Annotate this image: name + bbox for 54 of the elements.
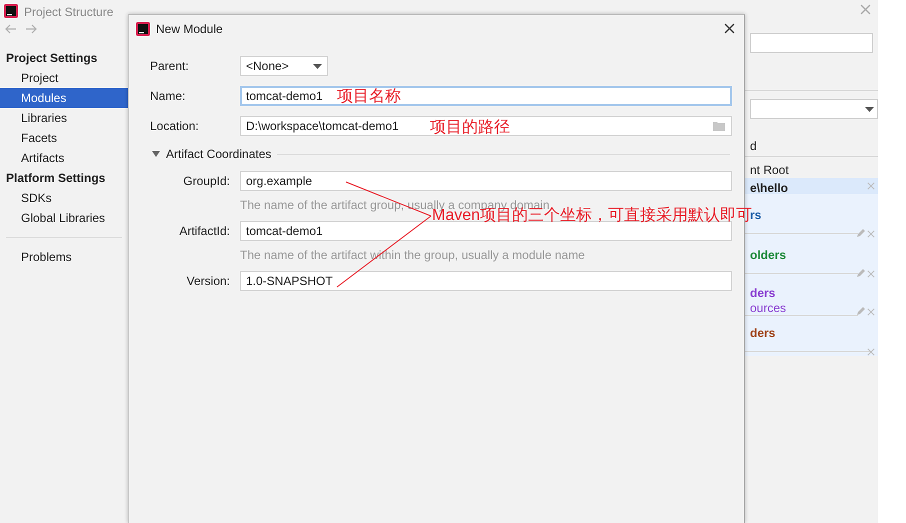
section-title: Artifact Coordinates — [166, 146, 272, 163]
parent-select[interactable]: <None> — [240, 56, 328, 76]
close-icon[interactable] — [724, 23, 735, 34]
sidebar-item[interactable]: Problems — [0, 247, 128, 267]
sidebar-heading: Platform Settings — [5, 170, 106, 187]
folder-group-title: olders — [750, 247, 786, 264]
text-field[interactable]: org.example — [240, 171, 732, 191]
remove-icon[interactable] — [867, 182, 875, 190]
app-icon — [4, 4, 18, 18]
content-root-path: e\hello — [750, 180, 788, 197]
sidebar-item[interactable]: Libraries — [0, 108, 128, 128]
annotation-text: 项目的路径 — [430, 119, 510, 137]
folder-group-title: ders — [750, 285, 776, 302]
field-value: D:\workspace\tomcat-demo1 — [246, 119, 399, 133]
folder-group-title: rs — [750, 208, 762, 222]
forward-arrow-icon[interactable] — [25, 24, 37, 34]
folder-icon[interactable] — [713, 121, 725, 131]
expanded-triangle-icon[interactable] — [152, 151, 160, 157]
sidebar-heading: Project Settings — [5, 50, 98, 67]
sidebar-item[interactable]: SDKs — [0, 188, 128, 208]
sidebar-item[interactable]: Modules — [0, 88, 128, 108]
back-arrow-icon[interactable] — [5, 24, 17, 34]
pencil-icon[interactable] — [856, 268, 866, 278]
caret-icon — [865, 107, 874, 112]
caret-icon — [313, 64, 322, 68]
pencil-icon[interactable] — [856, 228, 866, 238]
sidebar-item[interactable]: Artifacts — [0, 148, 128, 168]
sidebar-item[interactable]: Global Libraries — [0, 208, 128, 228]
folder-entry: ources — [750, 300, 786, 317]
sidebar-item[interactable]: Facets — [0, 128, 128, 148]
remove-icon[interactable] — [867, 348, 875, 356]
remove-icon[interactable] — [867, 270, 875, 278]
panel-header: d — [750, 138, 757, 155]
field-label: Parent: — [150, 58, 190, 75]
field-label: Version: — [186, 273, 231, 290]
field-label: ArtifactId: — [178, 223, 231, 240]
dropdown[interactable] — [750, 99, 878, 119]
remove-icon[interactable] — [867, 308, 875, 316]
field-label: GroupId: — [182, 173, 231, 190]
sidebar-item[interactable]: Project — [0, 68, 128, 88]
pencil-icon[interactable] — [856, 306, 866, 316]
remove-icon[interactable] — [867, 230, 875, 238]
text-field[interactable]: 1.0-SNAPSHOT — [240, 271, 732, 291]
window-title: Project Structure — [24, 5, 114, 19]
content-root-label: nt Root — [750, 162, 789, 179]
app-icon — [136, 22, 150, 36]
text-field[interactable] — [750, 33, 873, 53]
select-value: <None> — [246, 58, 289, 75]
field-label: Name: — [150, 88, 186, 105]
annotation-text: 项目名称 — [337, 88, 401, 106]
field-label: Location: — [150, 118, 200, 135]
dialog-title: New Module — [156, 21, 223, 38]
folder-group-title: ders — [750, 325, 776, 342]
text-field[interactable]: tomcat-demo1 — [240, 221, 732, 241]
